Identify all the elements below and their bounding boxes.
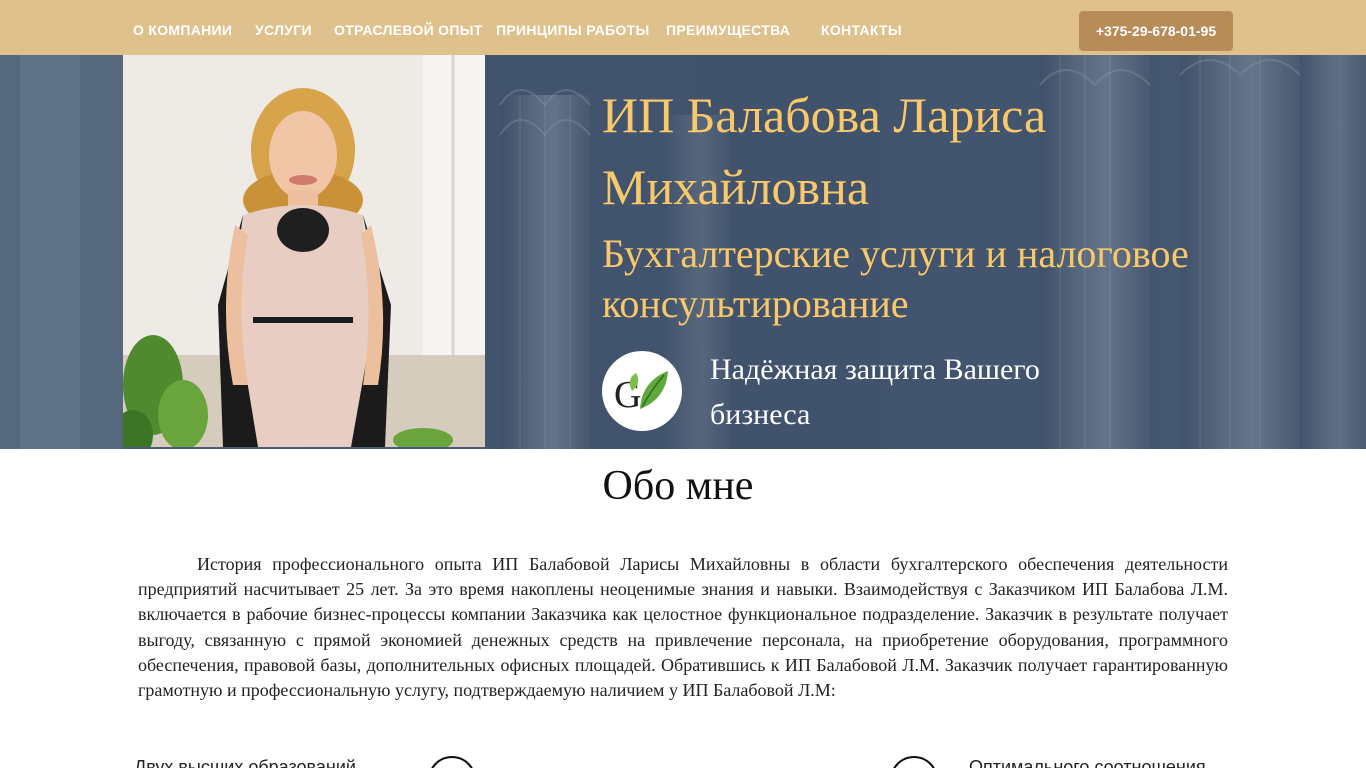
about-section-title: Обо мне: [602, 463, 754, 509]
nav-item-about-company[interactable]: О КОМПАНИИ: [133, 22, 232, 38]
hero-banner: ИП Балабова Лариса Михайловна Бухгалтерс…: [0, 55, 1366, 449]
feature-text-education: Двух высших образований: [134, 757, 356, 768]
hero-subtitle: Бухгалтерские услуги и налоговое консуль…: [602, 231, 1189, 326]
company-logo: G: [602, 351, 682, 431]
feature-icon: [428, 756, 476, 768]
feature-text-optimal: Оптимального соотношения: [969, 757, 1206, 768]
nav-item-advantages[interactable]: ПРЕИМУЩЕСТВА: [666, 22, 790, 38]
hero-tagline: Надёжная защита Вашего бизнеса: [710, 353, 1040, 431]
phone-button[interactable]: +375-29-678-01-95: [1079, 11, 1233, 51]
feature-icon: [890, 756, 938, 768]
top-navigation: О КОМПАНИИ УСЛУГИ ОТРАСЛЕВОЙ ОПЫТ ПРИНЦИ…: [0, 0, 1366, 55]
nav-item-industry-experience[interactable]: ОТРАСЛЕВОЙ ОПЫТ: [334, 22, 483, 38]
nav-item-services[interactable]: УСЛУГИ: [255, 22, 312, 38]
hero-title: ИП Балабова Лариса Михайловна: [602, 87, 1047, 215]
about-section-text: История профессионального опыта ИП Балаб…: [138, 554, 1228, 701]
leaf-logo-icon: G: [614, 371, 668, 416]
nav-item-work-principles[interactable]: ПРИНЦИПЫ РАБОТЫ: [496, 22, 649, 38]
portrait-illustration: [123, 55, 485, 447]
nav-item-contacts[interactable]: КОНТАКТЫ: [821, 22, 902, 38]
portrait-photo: [123, 55, 485, 447]
